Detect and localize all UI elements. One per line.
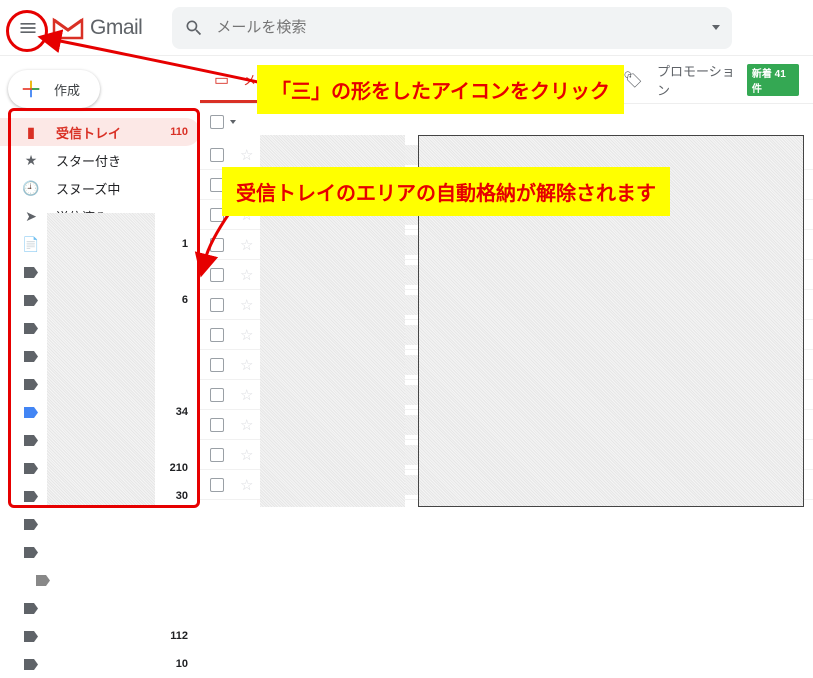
sidebar-item-label: 受信トレイ bbox=[56, 123, 170, 142]
label-icon bbox=[22, 631, 40, 642]
sidebar-item-label: スヌーズ中 bbox=[56, 179, 188, 198]
row-checkbox[interactable] bbox=[210, 358, 224, 372]
sidebar-item-inbox[interactable]: ▮ 受信トレイ 110 bbox=[0, 118, 200, 146]
sidebar-item-label: スター付き bbox=[56, 151, 188, 170]
tab-label: プロモーション bbox=[657, 61, 739, 99]
label-icon bbox=[22, 547, 40, 558]
inbox-icon: ▮ bbox=[22, 124, 40, 141]
label-icon bbox=[22, 603, 40, 614]
star-icon[interactable]: ☆ bbox=[240, 356, 253, 374]
search-input[interactable] bbox=[216, 19, 704, 36]
gmail-logo[interactable]: Gmail bbox=[52, 16, 142, 40]
sidebar-label-count: 10 bbox=[176, 658, 188, 670]
gmail-icon bbox=[52, 16, 84, 40]
app-header: Gmail bbox=[0, 0, 813, 56]
gmail-logo-text: Gmail bbox=[90, 16, 142, 40]
row-checkbox[interactable] bbox=[210, 478, 224, 492]
plus-icon bbox=[20, 78, 42, 100]
row-checkbox[interactable] bbox=[210, 418, 224, 432]
star-icon[interactable]: ☆ bbox=[240, 296, 253, 314]
search-bar[interactable] bbox=[172, 7, 732, 49]
row-checkbox[interactable] bbox=[210, 328, 224, 342]
sidebar-label-count: 30 bbox=[176, 490, 188, 502]
draft-icon: 📄 bbox=[22, 236, 40, 253]
label-icon bbox=[22, 659, 40, 670]
sidebar-label-count: 34 bbox=[176, 406, 188, 418]
label-icon bbox=[22, 519, 40, 530]
label-icon bbox=[22, 407, 40, 418]
select-dropdown[interactable] bbox=[230, 120, 236, 124]
tab-2[interactable]: 🏷 プロモーション新着 41 件 bbox=[609, 56, 813, 103]
row-checkbox[interactable] bbox=[210, 238, 224, 252]
hamburger-icon bbox=[18, 18, 38, 38]
row-checkbox[interactable] bbox=[210, 298, 224, 312]
star-icon[interactable]: ☆ bbox=[240, 446, 253, 464]
label-icon bbox=[34, 575, 52, 586]
star-icon[interactable]: ☆ bbox=[240, 266, 253, 284]
sidebar-label[interactable]: 112 bbox=[0, 622, 200, 650]
label-icon bbox=[22, 435, 40, 446]
row-checkbox[interactable] bbox=[210, 148, 224, 162]
annotation-callout-1: 「三」の形をしたアイコンをクリック bbox=[257, 65, 624, 114]
sent-icon: ➤ bbox=[22, 208, 40, 225]
tab-icon: 🏷 bbox=[623, 70, 643, 90]
main-menu-button[interactable] bbox=[8, 8, 48, 48]
label-icon bbox=[22, 295, 40, 306]
compose-label: 作成 bbox=[54, 80, 80, 99]
label-icon bbox=[22, 463, 40, 474]
sidebar-label[interactable] bbox=[0, 538, 200, 566]
row-checkbox[interactable] bbox=[210, 448, 224, 462]
sidebar-label-count: 6 bbox=[182, 294, 188, 306]
compose-button[interactable]: 作成 bbox=[8, 70, 100, 108]
tab-icon: ▭ bbox=[214, 70, 229, 90]
sidebar-label[interactable] bbox=[0, 566, 200, 594]
select-all-checkbox[interactable] bbox=[210, 115, 224, 129]
star-icon: ★ bbox=[22, 152, 40, 169]
search-options-dropdown[interactable] bbox=[712, 25, 720, 30]
row-checkbox[interactable] bbox=[210, 388, 224, 402]
star-icon[interactable]: ☆ bbox=[240, 326, 253, 344]
sidebar-label[interactable]: 10 bbox=[0, 650, 200, 678]
tab-badge: 新着 41 件 bbox=[747, 64, 799, 96]
star-icon[interactable]: ☆ bbox=[240, 476, 253, 494]
annotation-callout-2: 受信トレイのエリアの自動格納が解除されます bbox=[222, 167, 670, 216]
search-icon bbox=[184, 18, 204, 38]
star-icon[interactable]: ☆ bbox=[240, 386, 253, 404]
label-icon bbox=[22, 267, 40, 278]
star-icon[interactable]: ☆ bbox=[240, 416, 253, 434]
sidebar-label[interactable] bbox=[0, 510, 200, 538]
label-icon bbox=[22, 491, 40, 502]
sidebar-item-snooze[interactable]: 🕘 スヌーズ中 bbox=[0, 174, 200, 202]
sidebar-label-count: 210 bbox=[170, 462, 188, 474]
label-icon bbox=[22, 323, 40, 334]
redacted-area bbox=[47, 213, 155, 505]
sidebar-label[interactable] bbox=[0, 594, 200, 622]
snooze-icon: 🕘 bbox=[22, 180, 40, 197]
label-icon bbox=[22, 379, 40, 390]
star-icon[interactable]: ☆ bbox=[240, 236, 253, 254]
sidebar-item-star[interactable]: ★ スター付き bbox=[0, 146, 200, 174]
row-checkbox[interactable] bbox=[210, 268, 224, 282]
sidebar-label-count: 112 bbox=[170, 630, 188, 642]
sidebar-item-count: 110 bbox=[170, 126, 188, 138]
sidebar-item-count: 1 bbox=[182, 238, 188, 250]
label-icon bbox=[22, 351, 40, 362]
star-icon[interactable]: ☆ bbox=[240, 146, 253, 164]
